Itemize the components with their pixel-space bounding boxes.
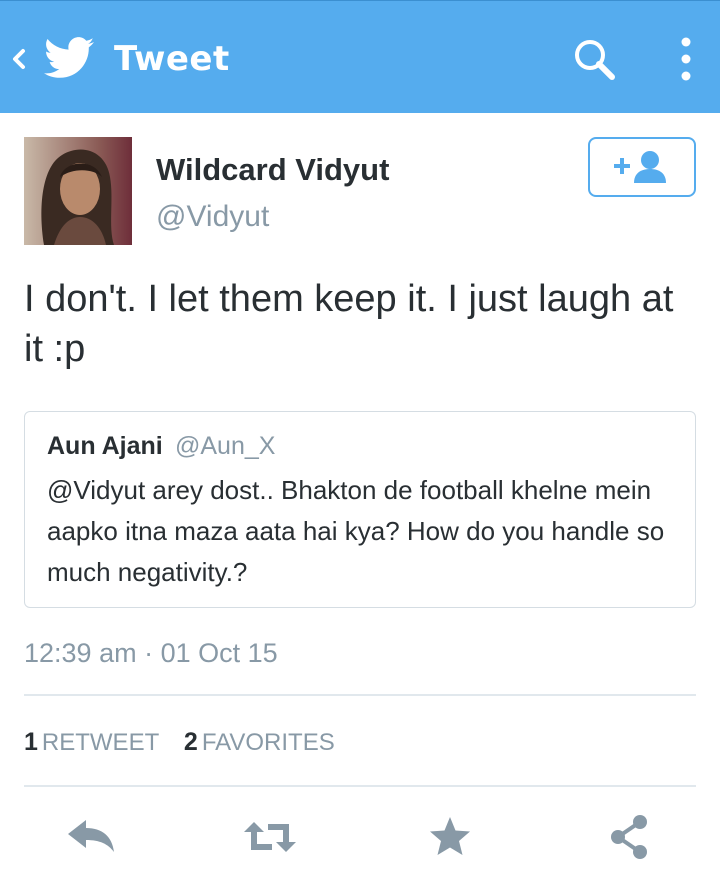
quoted-author-name: Aun Ajani: [47, 432, 163, 460]
tweet-stats: 1 RETWEET 2 FAVORITES: [24, 728, 353, 757]
star-icon: [430, 817, 470, 855]
add-user-icon: [614, 151, 666, 183]
avatar[interactable]: [24, 137, 132, 245]
favorites-label: FAVORITES: [201, 729, 335, 756]
reply-button[interactable]: [64, 812, 120, 862]
favorites-stat[interactable]: 2 FAVORITES: [184, 728, 335, 757]
twitter-bird-icon: [44, 37, 94, 79]
more-options-button[interactable]: [672, 35, 700, 85]
page-title: Tweet: [114, 39, 230, 79]
share-icon: [611, 815, 647, 859]
retweet-icon: [244, 822, 296, 852]
author-handle[interactable]: @Vidyut: [156, 200, 269, 234]
follow-button[interactable]: [588, 137, 696, 197]
reply-icon: [68, 820, 114, 852]
divider: [24, 694, 696, 696]
retweets-stat[interactable]: 1 RETWEET: [24, 728, 159, 757]
back-button[interactable]: [8, 39, 30, 79]
retweets-count: 1: [24, 728, 38, 756]
retweet-button[interactable]: [242, 812, 298, 862]
search-icon: [575, 40, 615, 80]
quoted-author-handle: @Aun_X: [175, 432, 276, 460]
favorites-count: 2: [183, 728, 198, 756]
chevron-left-icon: [13, 49, 25, 69]
quoted-tweet-card[interactable]: Aun Ajani @Aun_X @Vidyut arey dost.. Bha…: [24, 411, 696, 608]
quoted-tweet-text: @Vidyut arey dost.. Bhakton de football …: [47, 475, 665, 587]
tweet-timestamp: 12:39 am · 01 Oct 15: [24, 638, 278, 668]
share-button[interactable]: [602, 812, 658, 862]
search-button[interactable]: [572, 37, 618, 83]
divider: [24, 785, 696, 787]
author-display-name[interactable]: Wildcard Vidyut: [156, 152, 389, 188]
top-app-bar: Tweet: [0, 0, 720, 113]
retweets-label: RETWEET: [41, 729, 160, 756]
favorite-button[interactable]: [422, 812, 478, 862]
vertical-ellipsis-icon: [681, 37, 691, 81]
tweet-text: I don't. I let them keep it. I just laug…: [24, 278, 674, 370]
